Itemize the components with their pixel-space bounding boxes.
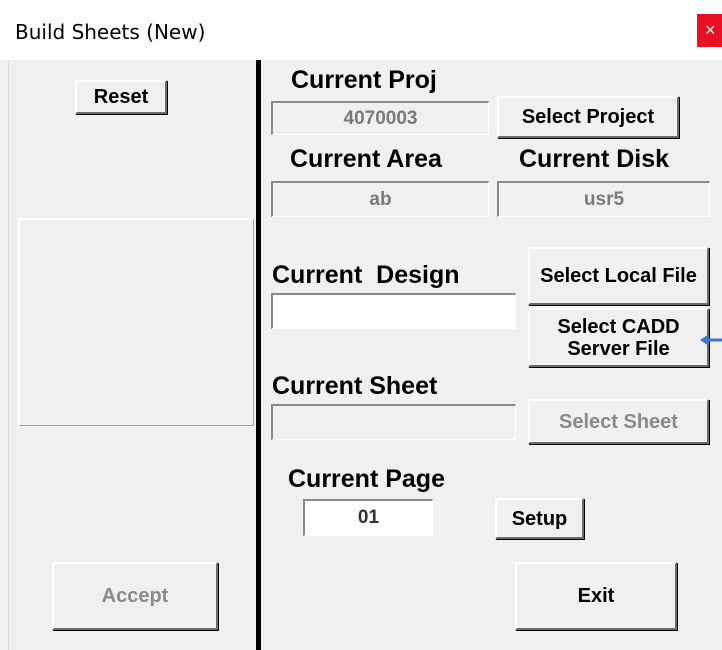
select-local-file-button[interactable]: Select Local File	[528, 247, 709, 305]
current-proj-field: 4070003	[271, 101, 489, 135]
select-project-button[interactable]: Select Project	[497, 96, 679, 138]
exit-button[interactable]: Exit	[515, 562, 677, 630]
current-design-field[interactable]	[271, 293, 516, 329]
panel-divider	[256, 60, 261, 650]
current-page-label: Current Page	[288, 465, 445, 493]
select-cadd-server-file-button[interactable]: Select CADD Server File	[528, 308, 709, 367]
arrow-left-icon	[700, 334, 722, 346]
current-disk-label: Current Disk	[519, 145, 670, 173]
title-bar: Build Sheets (New) ×	[0, 0, 722, 60]
close-button[interactable]: ×	[697, 14, 722, 47]
window-title: Build Sheets (New)	[15, 20, 206, 44]
setup-button[interactable]: Setup	[495, 498, 584, 539]
current-sheet-label: Current Sheet	[272, 372, 438, 400]
current-area-field: ab	[271, 181, 489, 217]
accept-button[interactable]: Accept	[52, 562, 218, 630]
close-icon: ×	[705, 20, 716, 40]
current-proj-label: Current Proj	[291, 66, 437, 94]
current-design-label-text: Current Design	[272, 261, 460, 289]
current-page-field[interactable]: 01	[303, 499, 433, 536]
current-sheet-field	[271, 404, 516, 440]
current-design-label: Current Design	[272, 261, 460, 290]
left-group-box	[18, 218, 254, 426]
current-area-label: Current Area	[290, 145, 442, 173]
reset-button[interactable]: Reset	[75, 80, 167, 114]
current-disk-field: usr5	[497, 181, 710, 217]
left-border	[8, 60, 9, 650]
select-sheet-button[interactable]: Select Sheet	[528, 399, 709, 444]
